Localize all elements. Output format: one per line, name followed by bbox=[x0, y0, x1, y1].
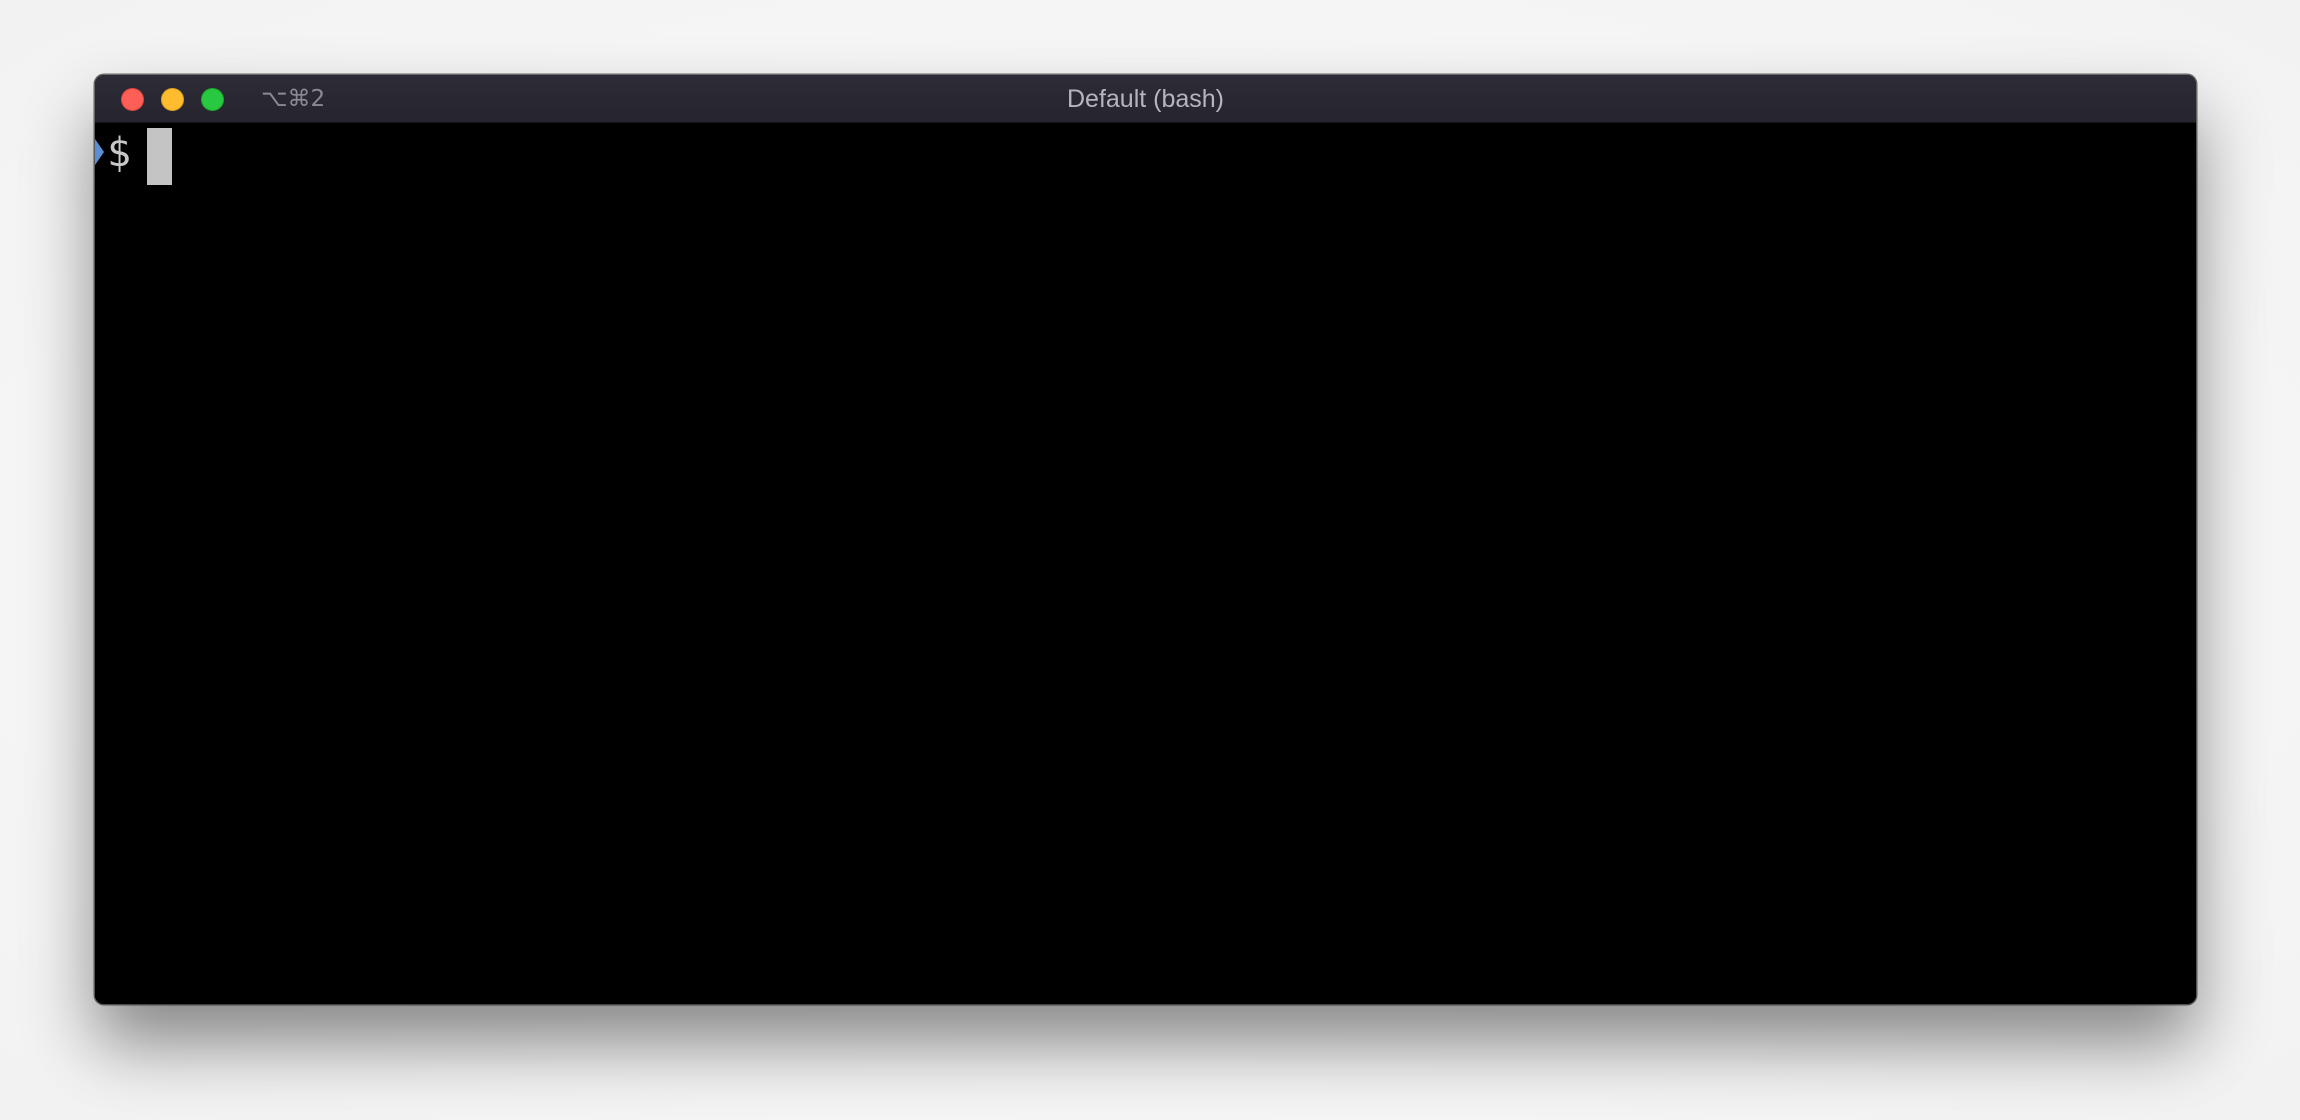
text-cursor bbox=[147, 127, 173, 185]
window-title: Default (bash) bbox=[1066, 85, 1225, 113]
terminal-content[interactable]: $ bbox=[95, 123, 2196, 1004]
prompt-mark-icon[interactable] bbox=[95, 139, 104, 165]
terminal-window[interactable]: ⌥⌘2 Default (bash) $ bbox=[95, 75, 2196, 1004]
command-line[interactable]: $ bbox=[107, 127, 173, 185]
desktop-background: ⌥⌘2 Default (bash) $ bbox=[0, 0, 2300, 1120]
title-bar[interactable]: ⌥⌘2 Default (bash) bbox=[95, 75, 2196, 123]
shell-prompt: $ bbox=[107, 130, 132, 176]
